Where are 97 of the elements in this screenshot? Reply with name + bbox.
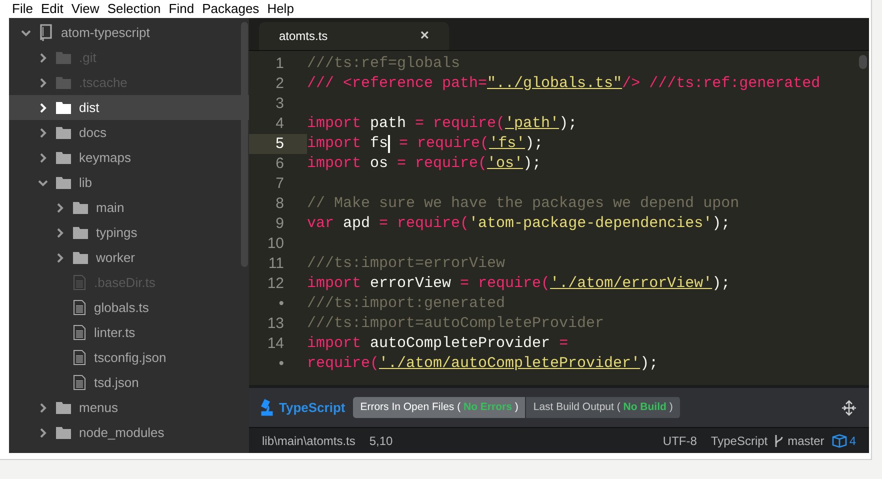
chevron-right-icon[interactable]: [38, 102, 48, 112]
line-number: 12: [266, 274, 285, 294]
folder-icon: [73, 201, 88, 214]
menu-item[interactable]: View: [68, 0, 102, 19]
package-icon[interactable]: [832, 434, 848, 448]
tree-item[interactable]: atom-typescript: [9, 20, 249, 45]
line-number: 11: [267, 254, 285, 274]
folder-icon: [56, 401, 71, 414]
menu-item[interactable]: File: [9, 0, 36, 19]
menu-item[interactable]: Selection: [104, 0, 164, 19]
chevron-right-icon[interactable]: [55, 228, 65, 238]
file-icon: [73, 300, 86, 315]
folder-icon: [73, 251, 88, 264]
update-count[interactable]: 4: [849, 432, 856, 450]
scrollbar[interactable]: [859, 55, 867, 69]
folder-icon: [73, 226, 88, 239]
code-line: ///ts:import=errorView: [307, 254, 506, 274]
line-number: 8: [274, 194, 285, 214]
folder-icon: [56, 176, 71, 189]
code-line: // Make sure we have the packages we depend upon: [307, 194, 740, 214]
folder-icon: [56, 426, 71, 439]
chevron-right-icon[interactable]: [38, 152, 48, 162]
line-number: 6: [274, 154, 285, 174]
folder-icon: [56, 51, 71, 64]
tree-item[interactable]: main: [9, 195, 249, 220]
microscope-icon: [259, 399, 275, 416]
file-icon: [73, 350, 86, 365]
line-number: 1: [274, 54, 285, 74]
panel-tab[interactable]: Errors In Open Files ( No Errors ): [353, 397, 526, 418]
tree-item[interactable]: typings: [9, 220, 249, 245]
chevron-right-icon[interactable]: [38, 78, 48, 88]
tree-item[interactable]: worker: [9, 245, 249, 270]
line-number: •: [278, 354, 285, 374]
code-line: ///ts:import:generated: [307, 294, 506, 314]
chevron-right-icon[interactable]: [38, 128, 48, 138]
tree-item[interactable]: docs: [9, 120, 249, 145]
menu-item[interactable]: Packages: [199, 0, 262, 19]
code-line: ///ts:ref=globals: [307, 54, 460, 74]
file-icon: [73, 275, 86, 290]
chevron-right-icon[interactable]: [55, 252, 65, 262]
code-line: import path = require('path');: [307, 114, 578, 134]
collapse-icon[interactable]: [841, 400, 857, 416]
line-number: 14: [266, 334, 285, 354]
chevron-right-icon[interactable]: [38, 428, 48, 438]
line-number: 5: [249, 134, 307, 154]
line-number: •: [278, 294, 285, 314]
chevron-down-icon[interactable]: [38, 178, 48, 188]
line-number: 3: [274, 94, 285, 114]
tree-item[interactable]: menus: [9, 395, 249, 420]
git-branch[interactable]: master: [788, 432, 824, 450]
code-line: import errorView = require('./atom/errorView');: [307, 274, 730, 294]
line-number: 10: [266, 234, 285, 254]
tree-item[interactable]: dist: [9, 95, 249, 120]
code-line: var apd = require('atom-package-dependencies');: [307, 214, 730, 234]
cursor-position[interactable]: 5,10: [369, 432, 393, 450]
tree-item[interactable]: tsconfig.json: [9, 345, 249, 370]
chevron-down-icon[interactable]: [21, 28, 31, 38]
scrollbar[interactable]: [241, 22, 248, 267]
chevron-right-icon[interactable]: [38, 402, 48, 412]
code-line: import fs = require('fs');: [307, 134, 544, 154]
line-number: 9: [274, 214, 285, 234]
code-line: import os = require('os');: [307, 154, 542, 174]
tree-item[interactable]: node_modules: [9, 420, 249, 445]
tree-item[interactable]: globals.ts: [9, 295, 249, 320]
chevron-right-icon[interactable]: [38, 52, 48, 62]
panel-title: TypeScript: [279, 398, 346, 417]
chevron-right-icon[interactable]: [55, 202, 65, 212]
book-icon: [39, 24, 53, 41]
tree-item[interactable]: tsd.json: [9, 370, 249, 395]
tree-item[interactable]: lib: [9, 170, 249, 195]
code-line: import autoCompleteProvider =: [307, 334, 568, 354]
folder-icon: [56, 101, 71, 114]
line-number: 7: [274, 174, 285, 194]
menu-item[interactable]: Find: [166, 0, 198, 19]
menu-item[interactable]: Edit: [38, 0, 66, 19]
panel-tab[interactable]: Last Build Output ( No Build ): [526, 397, 681, 418]
code-line: require('./atom/autoCompleteProvider');: [307, 354, 658, 374]
menu-item[interactable]: Help: [264, 0, 297, 19]
line-number: 4: [274, 114, 285, 134]
line-number: 13: [266, 314, 285, 334]
line-number: 2: [274, 74, 285, 94]
folder-icon: [56, 151, 71, 164]
code-line: /// <reference path="../globals.ts"/> ///ts:ref:generated: [307, 74, 820, 94]
branch-icon: [774, 434, 784, 448]
editor-tab[interactable]: atomts.ts ×: [259, 22, 449, 50]
folder-icon: [56, 126, 71, 139]
text-cursor: [388, 135, 390, 153]
file-path[interactable]: lib\main\atomts.ts: [262, 432, 356, 450]
folder-icon: [56, 76, 71, 89]
tree-item[interactable]: linter.ts: [9, 320, 249, 345]
code-line: ///ts:import=autoCompleteProvider: [307, 314, 604, 334]
grammar-selector[interactable]: TypeScript: [710, 432, 768, 450]
file-encoding[interactable]: UTF-8: [662, 432, 697, 450]
close-button[interactable]: ×: [420, 24, 429, 48]
file-icon: [73, 375, 86, 390]
file-icon: [73, 325, 86, 340]
tree-item[interactable]: keymaps: [9, 145, 249, 170]
